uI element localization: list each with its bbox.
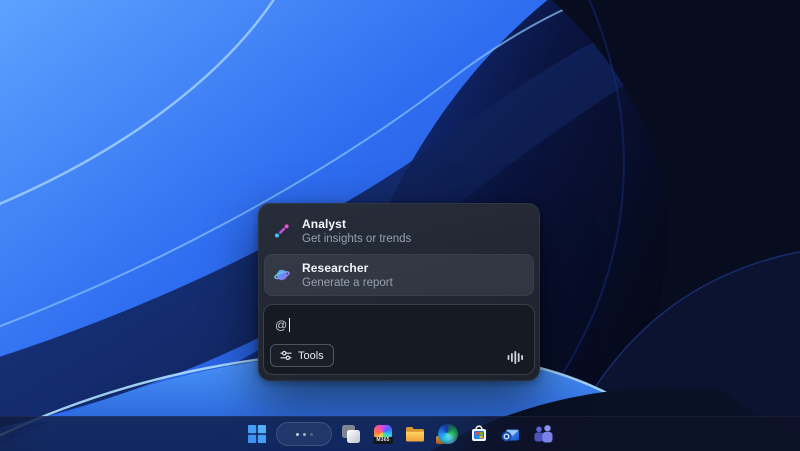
typing-dot bbox=[296, 433, 299, 436]
m365-copilot-icon: M365 bbox=[373, 425, 393, 444]
typing-dot bbox=[303, 433, 306, 436]
tools-button[interactable]: Tools bbox=[270, 344, 334, 367]
voice-input-button[interactable] bbox=[506, 349, 524, 365]
text-caret bbox=[289, 318, 291, 332]
outlook-button[interactable] bbox=[498, 420, 524, 448]
store-bag-icon bbox=[468, 423, 490, 445]
m365-badge: M365 bbox=[373, 437, 393, 444]
typing-dot bbox=[310, 433, 313, 436]
desktop: Analyst Get insights or trends bbox=[0, 0, 800, 451]
copilot-flyout: Analyst Get insights or trends bbox=[258, 203, 540, 381]
copilot-pill-button[interactable] bbox=[276, 422, 332, 446]
agent-title: Analyst bbox=[302, 217, 411, 232]
file-explorer-button[interactable] bbox=[402, 420, 428, 448]
agent-subtitle: Get insights or trends bbox=[302, 232, 411, 246]
taskbar: M365 bbox=[0, 416, 800, 451]
edge-icon bbox=[436, 423, 458, 445]
agent-option-researcher[interactable]: Researcher Generate a report bbox=[264, 254, 534, 296]
sliders-icon bbox=[280, 350, 292, 361]
teams-icon bbox=[532, 423, 554, 445]
prompt-input[interactable]: @ Tools bbox=[263, 304, 535, 375]
windows-logo-icon bbox=[248, 425, 266, 443]
teams-button[interactable] bbox=[530, 420, 556, 448]
outlook-icon bbox=[500, 423, 522, 445]
waveform-icon bbox=[507, 350, 524, 365]
edge-button[interactable] bbox=[434, 420, 460, 448]
task-view-icon bbox=[340, 423, 362, 445]
microsoft-store-button[interactable] bbox=[466, 420, 492, 448]
m365-copilot-button[interactable]: M365 bbox=[370, 420, 396, 448]
folder-icon bbox=[404, 423, 426, 445]
task-view-button[interactable] bbox=[338, 420, 364, 448]
tools-label: Tools bbox=[298, 350, 324, 362]
agent-option-analyst[interactable]: Analyst Get insights or trends bbox=[264, 210, 534, 252]
planet-icon bbox=[273, 266, 291, 284]
trend-line-icon bbox=[273, 222, 291, 240]
agent-subtitle: Generate a report bbox=[302, 276, 393, 290]
prompt-text: @ bbox=[275, 318, 287, 332]
agent-title: Researcher bbox=[302, 261, 393, 276]
start-button[interactable] bbox=[244, 420, 270, 448]
